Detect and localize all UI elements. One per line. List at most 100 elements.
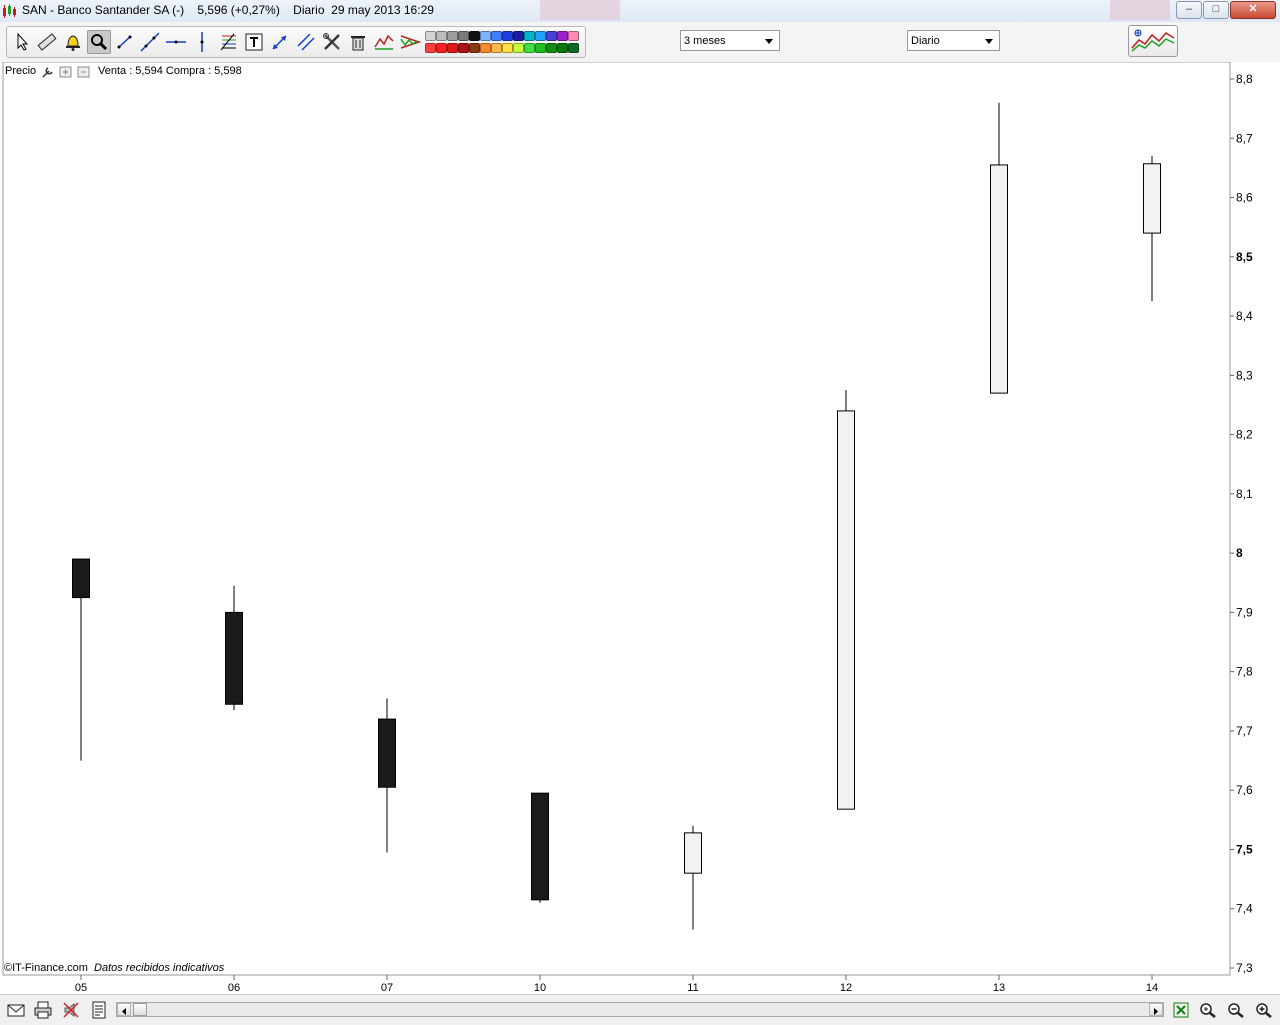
fibonacci-icon[interactable] xyxy=(217,31,239,53)
color-swatch[interactable] xyxy=(546,43,557,53)
color-swatch[interactable] xyxy=(480,31,491,41)
candlestick-chart[interactable]: 8,8 8,7 8,6 8,5 8,4 8,3 8,2 8,1 8 7,9 7,8 7,7 7,6 7,5… xyxy=(0,62,1280,994)
candle-body-up[interactable] xyxy=(990,164,1008,394)
candle-body-down[interactable] xyxy=(72,558,90,599)
title-price: 5,596 (+0,27%) xyxy=(197,3,280,17)
range-select[interactable]: 3 meses xyxy=(680,30,780,51)
zoom-fit-icon[interactable] xyxy=(1198,1001,1218,1019)
interval-select[interactable]: Diario xyxy=(907,30,1000,51)
title-highlight-right xyxy=(1110,0,1170,20)
color-swatch[interactable] xyxy=(458,31,469,41)
extended-line-icon[interactable] xyxy=(139,31,161,53)
minimize-button[interactable]: – xyxy=(1176,1,1202,19)
color-swatch[interactable] xyxy=(425,43,436,53)
close-button[interactable]: ✕ xyxy=(1230,1,1276,19)
color-swatch[interactable] xyxy=(469,31,480,41)
toolbar: 3 meses Diario xyxy=(0,22,1280,63)
tools-icon[interactable] xyxy=(321,31,343,53)
zoom-tool-button[interactable] xyxy=(87,30,111,54)
candle-body-down[interactable] xyxy=(531,792,549,901)
color-swatch[interactable] xyxy=(557,31,568,41)
zoom-magnifier-icon xyxy=(91,34,108,51)
color-swatch[interactable] xyxy=(568,43,579,53)
x-axis-tick-label: 05 xyxy=(75,982,87,994)
color-swatch[interactable] xyxy=(513,43,524,53)
color-swatch[interactable] xyxy=(491,31,502,41)
ruler-icon[interactable] xyxy=(36,31,58,53)
color-swatch[interactable] xyxy=(447,43,458,53)
color-swatch[interactable] xyxy=(425,31,436,41)
color-swatch[interactable] xyxy=(436,43,447,53)
x-axis-tick-label: 07 xyxy=(381,982,393,994)
price-chart-panel[interactable]: 8,8 8,7 8,6 8,5 8,4 8,3 8,2 8,1 8 7,9 7,8 7,7 7,6 7,5… xyxy=(0,62,1280,994)
excel-export-icon[interactable] xyxy=(1171,1001,1191,1019)
scroll-left-arrow-icon[interactable] xyxy=(117,1003,131,1016)
y-axis-tick-label: 8,8 xyxy=(1236,72,1253,86)
zoom-in-icon[interactable] xyxy=(1254,1001,1274,1019)
title-period: Diario xyxy=(293,3,325,17)
vertical-line-icon[interactable] xyxy=(191,31,213,53)
print-icon[interactable] xyxy=(33,1001,53,1019)
color-swatch[interactable] xyxy=(568,31,579,41)
triangle-pattern-icon[interactable] xyxy=(399,31,421,53)
remove-panel-icon[interactable] xyxy=(77,66,90,78)
add-panel-icon[interactable] xyxy=(59,66,72,78)
arrow-line-icon[interactable] xyxy=(269,31,291,53)
text-tool-icon[interactable] xyxy=(243,31,265,53)
x-axis-tick-label: 11 xyxy=(687,982,698,994)
pointer-icon[interactable] xyxy=(11,31,33,53)
color-swatch[interactable] xyxy=(502,43,513,53)
candle-body-down[interactable] xyxy=(378,718,396,788)
alarm-bell-icon[interactable] xyxy=(62,31,84,53)
email-icon[interactable] xyxy=(6,1001,26,1019)
candle-body-down[interactable] xyxy=(225,611,243,705)
candle-body-up[interactable] xyxy=(1143,163,1161,234)
color-swatch[interactable] xyxy=(524,43,535,53)
x-axis-tick-label: 06 xyxy=(228,982,240,994)
color-swatch[interactable] xyxy=(458,43,469,53)
color-swatch[interactable] xyxy=(469,43,480,53)
y-axis-tick-label: 8,7 xyxy=(1236,131,1253,145)
indicators-chart-icon xyxy=(1131,29,1175,52)
plot-area[interactable] xyxy=(2,62,1231,976)
color-swatch[interactable] xyxy=(502,31,513,41)
trendline-icon[interactable] xyxy=(114,31,136,53)
title-highlight xyxy=(540,0,620,20)
y-axis-tick-label: 7,6 xyxy=(1236,783,1253,797)
no-sound-icon[interactable] xyxy=(61,1001,81,1019)
trash-icon[interactable] xyxy=(347,31,369,53)
maximize-button[interactable]: □ xyxy=(1203,1,1229,19)
candle-body-up[interactable] xyxy=(684,832,702,874)
report-icon[interactable] xyxy=(89,1001,109,1019)
y-axis-tick-label: 8,2 xyxy=(1236,428,1253,442)
price-legend-label: Precio xyxy=(5,65,37,77)
indicators-button[interactable] xyxy=(1128,25,1178,57)
scroll-thumb[interactable] xyxy=(133,1003,147,1016)
candle-body-up[interactable] xyxy=(837,410,855,810)
color-swatch[interactable] xyxy=(491,43,502,53)
color-swatch[interactable] xyxy=(546,31,557,41)
y-axis-tick-label: 7,8 xyxy=(1236,665,1253,679)
color-swatch[interactable] xyxy=(480,43,491,53)
x-axis-tick-label: 10 xyxy=(534,982,546,994)
scroll-right-arrow-icon[interactable] xyxy=(1149,1003,1163,1016)
horizontal-line-icon[interactable] xyxy=(165,31,187,53)
color-swatch[interactable] xyxy=(436,31,447,41)
color-palette xyxy=(425,30,581,54)
zigzag-indicator-icon[interactable] xyxy=(373,31,395,53)
chart-horizontal-scrollbar[interactable] xyxy=(116,1002,1164,1017)
interval-dropdown-arrow-icon xyxy=(985,39,993,44)
color-swatch[interactable] xyxy=(535,31,546,41)
color-swatch[interactable] xyxy=(524,31,535,41)
color-swatch[interactable] xyxy=(513,31,524,41)
parallel-lines-icon[interactable] xyxy=(295,31,317,53)
settings-wrench-icon[interactable] xyxy=(42,67,53,78)
color-swatch[interactable] xyxy=(447,31,458,41)
drawing-tools-group xyxy=(6,26,586,58)
color-swatch[interactable] xyxy=(557,43,568,53)
color-swatch[interactable] xyxy=(535,43,546,53)
y-axis-tick-label: 8 xyxy=(1236,546,1243,560)
y-axis-tick-label: 8,3 xyxy=(1236,368,1253,382)
zoom-out-icon[interactable] xyxy=(1226,1001,1246,1019)
bid-ask-quote: Venta : 5,594 Compra : 5,598 xyxy=(98,65,242,77)
